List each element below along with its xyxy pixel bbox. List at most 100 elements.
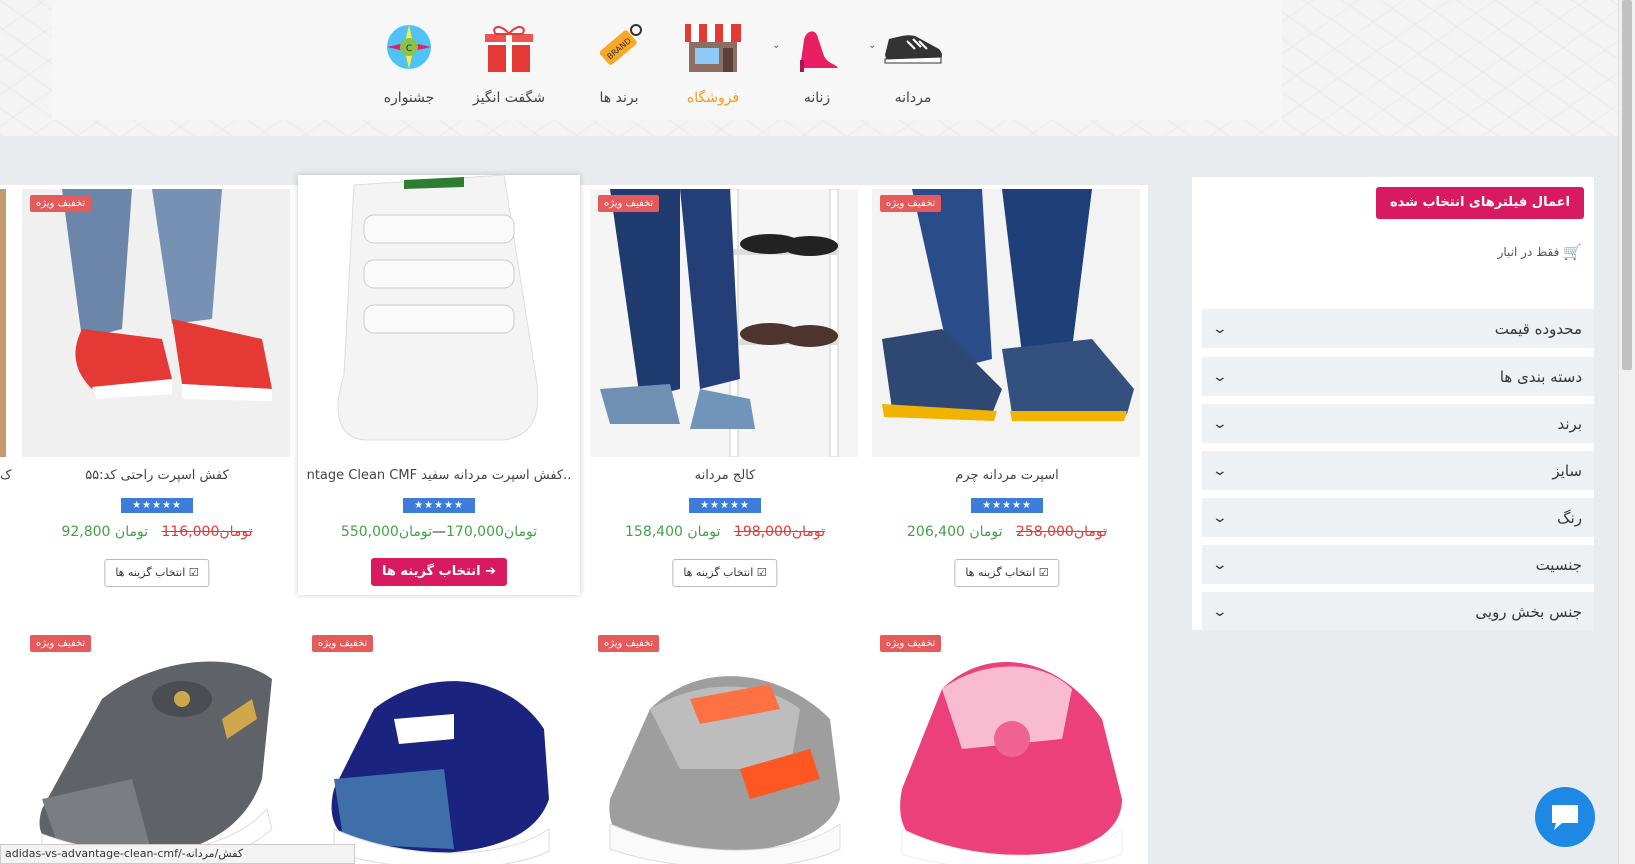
filter-categories[interactable]: دسته بندی ها ⌄	[1202, 357, 1594, 396]
women-shoe-icon	[772, 16, 862, 78]
filter-label: جنسیت	[1535, 555, 1582, 574]
currency: تومان	[114, 524, 149, 540]
filter-label: محدوده قیمت	[1494, 319, 1582, 338]
currency: تومان	[1073, 524, 1107, 540]
product-image[interactable]	[22, 629, 290, 864]
old-price: 198,000	[733, 524, 792, 540]
price-high: 550,000	[340, 524, 399, 540]
festival-icon: C	[364, 16, 454, 78]
enter-icon: ➔	[485, 564, 497, 579]
discount-badge: تخفیف ویژه	[880, 195, 942, 212]
checkbox-icon: ☑	[188, 566, 199, 579]
menu-label: جشنواره	[383, 90, 435, 106]
filter-brand[interactable]: برند ⌄	[1202, 404, 1594, 443]
filter-label: جنس بخش رویی	[1475, 602, 1582, 621]
menu-label: زنانه	[803, 90, 831, 106]
main-menu: C جشنواره شگفت انگیز BRAND برند ها فروشگ…	[52, 0, 1282, 120]
currency: تومان	[219, 524, 253, 540]
select-options-button[interactable]: ➔ انتخاب گزینه ها	[370, 558, 508, 586]
product-title[interactable]: کفش اسپرت راحتی کد:۵۵	[22, 468, 292, 483]
chevron-down-icon: ⌄	[1211, 603, 1229, 620]
discount-badge: تخفیف ویژه	[598, 195, 660, 212]
discount-badge: تخفیف ویژه	[30, 195, 92, 212]
product-price: تومان198,000 تومان 158,400	[584, 524, 866, 540]
product-image[interactable]	[590, 189, 858, 457]
chevron-down-icon: ⌄	[1211, 415, 1229, 432]
product-price: تومان170,000—تومان550,000	[340, 524, 538, 540]
product-card[interactable]: تخفیف ویژه	[584, 625, 866, 864]
menu-label: مردانه	[894, 90, 932, 106]
filter-sidebar: اعمال فیلترهای انتخاب شده 🛒 فقط در انبار…	[1192, 177, 1594, 631]
in-stock-label: فقط در انبار	[1497, 245, 1560, 259]
menu-item-men[interactable]: مردانه	[868, 16, 958, 106]
rating-stars: ★★★★★	[121, 498, 193, 513]
discount-badge: تخفیف ویژه	[30, 635, 92, 652]
button-label: انتخاب گزینه ها	[965, 566, 1036, 579]
filter-label: سایز	[1552, 461, 1582, 480]
new-price: 92,800	[61, 524, 111, 540]
checkbox-icon: ☑	[1038, 566, 1049, 579]
gift-icon	[464, 16, 554, 78]
price-low: 170,000	[446, 524, 504, 540]
filter-size[interactable]: سایز ⌄	[1202, 451, 1594, 490]
chevron-down-icon: ⌄	[1211, 556, 1229, 573]
chevron-down-icon: ⌄	[1211, 320, 1229, 337]
currency: تومان	[503, 524, 538, 540]
filter-label: رنگ	[1557, 508, 1582, 527]
partial-product-image[interactable]	[0, 189, 6, 457]
product-image[interactable]	[872, 629, 1140, 864]
product-image[interactable]	[304, 175, 572, 443]
chat-button[interactable]	[1535, 787, 1595, 847]
page-scrollbar[interactable]	[1618, 0, 1635, 864]
brand-tag-icon: BRAND	[574, 16, 664, 78]
select-options-button[interactable]: ☑ انتخاب گزینه ها	[672, 559, 778, 587]
product-grid: تخفیف ویژه اسپرت مردانه چرم ★★★★★ تومان2…	[0, 175, 1148, 864]
filter-price[interactable]: محدوده قیمت ⌄	[1202, 309, 1594, 348]
apply-filters-button[interactable]: اعمال فیلترهای انتخاب شده	[1375, 187, 1584, 219]
menu-item-amazing[interactable]: شگفت انگیز	[464, 16, 554, 106]
product-title[interactable]: اسپرت مردانه چرم	[872, 468, 1142, 483]
product-image[interactable]	[22, 189, 290, 457]
menu-item-festival[interactable]: C جشنواره	[364, 16, 454, 106]
select-options-button[interactable]: ☑ انتخاب گزینه ها	[104, 559, 210, 587]
chevron-down-icon: ⌄	[1211, 368, 1229, 385]
discount-badge: تخفیف ویژه	[880, 635, 942, 652]
menu-item-shop[interactable]: فروشگاه	[668, 16, 758, 106]
product-card[interactable]: تخفیف ویژه کفش اسپرت راحتی کد:۵۵ ★★★★★ ت…	[16, 185, 298, 615]
product-image[interactable]	[590, 629, 858, 864]
product-card[interactable]: تخفیف ویژه کالج مردانه ★★★★★ تومان198,00…	[584, 185, 866, 615]
filter-color[interactable]: رنگ ⌄	[1202, 498, 1594, 537]
chevron-down-icon[interactable]: ⌄	[772, 40, 780, 51]
currency: تومان	[969, 524, 1003, 540]
currency: تومان	[791, 524, 825, 540]
product-card[interactable]: تخفیف ویژه	[866, 625, 1148, 864]
product-title[interactable]: ..کفش اسپرت مردانه سفید ntage Clean CMF	[304, 468, 574, 483]
currency: تومان	[398, 524, 432, 540]
product-price: تومان116,000 تومان 92,800	[16, 524, 298, 540]
product-card[interactable]: تخفیف ویژه اسپرت مردانه چرم ★★★★★ تومان2…	[866, 185, 1148, 615]
product-card[interactable]: تخفیف ویژه	[16, 625, 298, 864]
rating-stars: ★★★★★	[971, 498, 1043, 513]
partial-product-title[interactable]: ک	[0, 468, 12, 483]
menu-item-women[interactable]: زنانه	[772, 16, 862, 106]
product-card[interactable]: تخفیف ویژه	[298, 625, 580, 864]
currency: تومان	[687, 524, 721, 540]
filter-label: دسته بندی ها	[1499, 367, 1582, 386]
in-stock-filter[interactable]: 🛒 فقط در انبار	[1498, 243, 1582, 261]
chevron-down-icon[interactable]: ⌄	[868, 40, 876, 51]
filter-gender[interactable]: جنسیت ⌄	[1202, 545, 1594, 584]
button-label: انتخاب گزینه ها	[381, 564, 481, 579]
product-title[interactable]: کالج مردانه	[590, 468, 860, 483]
product-card[interactable]: ..کفش اسپرت مردانه سفید ntage Clean CMF …	[298, 175, 580, 595]
new-price: 158,400	[625, 524, 683, 540]
filter-upper-material[interactable]: جنس بخش رویی ⌄	[1202, 592, 1594, 631]
menu-item-brands[interactable]: BRAND برند ها	[574, 16, 664, 106]
select-options-button[interactable]: ☑ انتخاب گزینه ها	[954, 559, 1060, 587]
shop-icon	[668, 16, 758, 78]
product-image[interactable]	[872, 189, 1140, 457]
checkbox-icon: ☑	[756, 566, 767, 579]
menu-label: فروشگاه	[686, 90, 740, 106]
men-shoe-icon	[868, 16, 958, 78]
scrollbar-thumb[interactable]	[1622, 0, 1632, 370]
product-image[interactable]	[304, 629, 572, 864]
